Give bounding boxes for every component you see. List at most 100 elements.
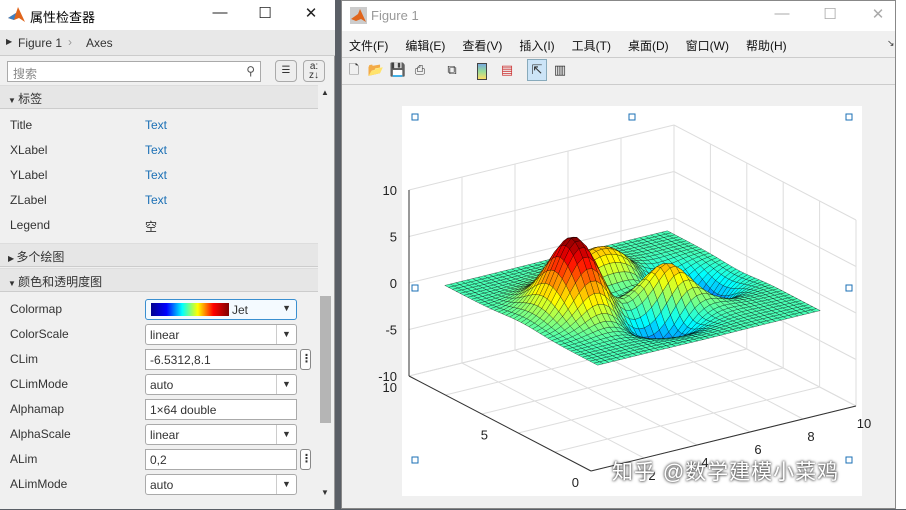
chevron-down-icon: ▼ — [276, 475, 296, 494]
prop-label: ALimMode — [10, 477, 67, 491]
z-tick-label: 5 — [390, 230, 397, 245]
scrollbar-thumb[interactable] — [320, 296, 331, 423]
breadcrumb-figure[interactable]: Figure 1 — [18, 36, 62, 50]
scrollbar[interactable]: ▲ ▼ — [318, 85, 333, 500]
save-icon[interactable]: 💾 — [388, 60, 408, 80]
selection-handle[interactable] — [846, 285, 852, 291]
search-input[interactable]: 搜索 ⚲ — [7, 61, 261, 82]
figure-window: Figure 1 — ☐ ✕ 文件(F) 编辑(E) 查看(V) 插入(I) 工具(T)… — [341, 0, 896, 509]
prop-label: ALim — [10, 452, 37, 466]
dropdown-value: linear — [150, 428, 179, 442]
prop-text-field[interactable]: -6.5312,8.1 — [145, 349, 297, 370]
prop-label: XLabel — [10, 143, 47, 157]
menu-item[interactable]: 窗口(W) — [686, 39, 729, 53]
legend-icon[interactable]: ▤ — [497, 60, 517, 80]
prop-label: Title — [10, 118, 32, 132]
sort-az-button[interactable]: a:z↓ — [303, 60, 325, 82]
chevron-down-icon: ▼ — [276, 375, 296, 394]
prop-value-link[interactable]: Text — [145, 193, 167, 207]
link-plot-icon[interactable]: ⧉ — [442, 60, 462, 80]
figure-titlebar: Figure 1 — ☐ ✕ — [342, 1, 895, 31]
selection-handle[interactable] — [412, 114, 418, 120]
selection-handle[interactable] — [846, 457, 852, 463]
menu-item[interactable]: 编辑(E) — [405, 39, 445, 53]
search-placeholder: 搜索 — [13, 67, 37, 81]
prop-dropdown[interactable]: linear ▼ — [145, 324, 297, 345]
section-color-alpha[interactable]: ▼ 颜色和透明度图 — [0, 268, 318, 292]
watermark: 知乎 @数学建模小菜鸡 — [612, 456, 839, 486]
z-tick-label: -5 — [385, 323, 397, 338]
more-options-button[interactable]: ⋮ — [300, 349, 311, 370]
selection-handle[interactable] — [412, 457, 418, 463]
prop-label: CLim — [10, 352, 38, 366]
colormap-dropdown[interactable]: Jet▼ — [145, 299, 297, 320]
chevron-down-icon: ▼ — [276, 325, 296, 344]
search-icon: ⚲ — [246, 64, 255, 78]
new-figure-icon[interactable]: 🗋 — [344, 60, 364, 80]
prop-value-link: 空 — [145, 218, 157, 235]
more-options-button[interactable]: ⋮ — [300, 449, 311, 470]
dock-arrow-icon[interactable]: ↘ — [887, 38, 895, 49]
background-window-edge — [896, 0, 906, 509]
prop-label: Colormap — [10, 302, 62, 316]
menu-item[interactable]: 帮助(H) — [746, 39, 787, 53]
menu-item[interactable]: 工具(T) — [572, 39, 611, 53]
x-tick-label: 8 — [807, 429, 814, 444]
prop-dropdown[interactable]: linear ▼ — [145, 424, 297, 445]
prop-value-link[interactable]: Text — [145, 143, 167, 157]
scroll-down-icon[interactable]: ▼ — [321, 488, 329, 497]
print-icon[interactable]: ⎙ — [410, 60, 430, 80]
field-value: -6.5312,8.1 — [150, 353, 211, 367]
section-multi-plot[interactable]: ▶ 多个绘图 — [0, 243, 318, 267]
x-tick-label: 10 — [857, 416, 871, 431]
z-tick-label: 10 — [383, 183, 397, 198]
breadcrumb-axes[interactable]: Axes — [86, 36, 113, 50]
close-button[interactable]: ✕ — [863, 5, 893, 27]
prop-dropdown[interactable]: auto▼ — [145, 474, 297, 495]
property-inspector-window: 属性检查器 — ☐ ✕ ▶ Figure 1 › Axes 搜索 ⚲ ☰ a:z↓… — [0, 0, 335, 509]
menu-bar: 文件(F) 编辑(E) 查看(V) 插入(I) 工具(T) 桌面(D) 窗口(W) 帮助(H) — [349, 37, 804, 54]
section-labels[interactable]: ▼ 标签 — [0, 85, 318, 109]
x-tick-label: 6 — [754, 442, 761, 457]
maximize-button[interactable]: ☐ — [250, 4, 280, 26]
selection-handle[interactable] — [629, 114, 635, 120]
dropdown-value: linear — [150, 328, 179, 342]
colorbar-icon[interactable] — [477, 63, 487, 80]
prop-text-field[interactable]: 0,2 — [145, 449, 297, 470]
prop-label: ZLabel — [10, 193, 47, 207]
prop-value-link[interactable]: Text — [145, 118, 167, 132]
expand-icon[interactable]: ▶ — [6, 37, 12, 46]
scroll-up-icon[interactable]: ▲ — [321, 88, 329, 97]
prop-label: AlphaScale — [10, 427, 71, 441]
menu-item[interactable]: 查看(V) — [462, 39, 502, 53]
chevron-down-icon: ▼ — [276, 425, 296, 444]
prop-dropdown[interactable]: auto▼ — [145, 374, 297, 395]
prop-label: Legend — [10, 218, 50, 232]
surface-plot[interactable]: 1050-5-102468101050 — [342, 86, 895, 510]
prop-label: CLimMode — [10, 377, 68, 391]
selection-handle[interactable] — [412, 285, 418, 291]
prop-value-link[interactable]: Text — [145, 168, 167, 182]
menu-item[interactable]: 桌面(D) — [628, 39, 669, 53]
edit-plot-cursor-icon[interactable]: ⇱ — [527, 59, 547, 81]
selection-handle[interactable] — [846, 114, 852, 120]
minimize-button[interactable]: — — [205, 4, 235, 26]
minimize-button[interactable]: — — [767, 5, 797, 27]
menu-item[interactable]: 插入(I) — [519, 39, 554, 53]
open-file-icon[interactable]: 📂 — [366, 60, 386, 80]
figure-title: Figure 1 — [371, 8, 419, 23]
y-tick-label: 0 — [572, 475, 579, 490]
property-inspector-icon[interactable]: ▥ — [550, 60, 570, 80]
chevron-right-icon: › — [68, 35, 72, 49]
close-button[interactable]: ✕ — [296, 4, 326, 26]
inspector-titlebar: 属性检查器 — ☐ ✕ — [0, 0, 335, 30]
section-labels-title: 标签 — [18, 92, 42, 106]
chevron-down-icon: ▼ — [282, 303, 291, 313]
group-view-button[interactable]: ☰ — [275, 60, 297, 82]
z-tick-label: 0 — [390, 276, 397, 291]
field-value: 0,2 — [150, 453, 167, 467]
prop-text-field[interactable]: 1×64 double — [145, 399, 297, 420]
maximize-button[interactable]: ☐ — [815, 5, 845, 27]
matlab-logo-icon — [8, 7, 25, 23]
menu-item[interactable]: 文件(F) — [349, 39, 388, 53]
